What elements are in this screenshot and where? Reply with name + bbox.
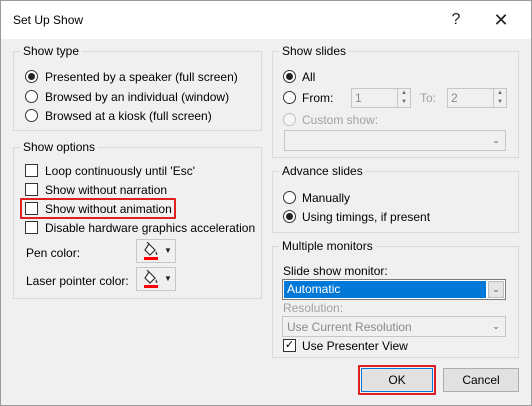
show-type-title: Show type: [20, 44, 83, 58]
dialog-title: Set Up Show: [13, 13, 84, 27]
loop-continuously-checkbox[interactable]: [25, 164, 38, 177]
manually-label[interactable]: Manually: [302, 191, 350, 205]
spinner-arrows[interactable]: ▲ ▼: [397, 89, 410, 107]
show-slides-title: Show slides: [279, 44, 350, 58]
laser-color-swatch: [144, 285, 158, 288]
show-without-narration-label[interactable]: Show without narration: [45, 183, 167, 197]
browsed-at-kiosk-radio[interactable]: [25, 109, 38, 122]
pen-color-button[interactable]: ▼: [136, 239, 176, 263]
ok-button-highlight: [358, 365, 436, 395]
disable-hardware-acceleration-label[interactable]: Disable hardware graphics acceleration: [45, 221, 255, 235]
use-presenter-view-checkbox[interactable]: ✓: [283, 339, 296, 352]
from-spinner[interactable]: 1 ▲ ▼: [351, 88, 411, 108]
set-up-show-dialog: Set Up Show ? ✕ Show type Presented by a…: [0, 0, 532, 406]
from-slides-radio[interactable]: [283, 91, 296, 104]
to-label: To:: [420, 91, 437, 105]
custom-show-dropdown[interactable]: ⌄: [284, 130, 506, 151]
cancel-button[interactable]: Cancel: [443, 368, 519, 392]
using-timings-label[interactable]: Using timings, if present: [302, 210, 430, 224]
laser-pointer-color-label: Laser pointer color:: [26, 274, 129, 288]
custom-show-radio[interactable]: [283, 113, 296, 126]
slide-show-monitor-dropdown[interactable]: Automatic ⌄: [282, 279, 506, 300]
loop-continuously-label[interactable]: Loop continuously until 'Esc': [45, 164, 195, 178]
to-spinner[interactable]: 2 ▲ ▼: [447, 88, 507, 108]
from-value: 1: [355, 91, 362, 105]
custom-show-label: Custom show:: [302, 113, 379, 127]
from-label[interactable]: From:: [302, 91, 333, 105]
chevron-down-icon: ⌄: [492, 321, 500, 331]
manually-radio[interactable]: [283, 191, 296, 204]
use-presenter-view-label[interactable]: Use Presenter View: [302, 339, 408, 353]
pen-color-label: Pen color:: [26, 246, 81, 260]
resolution-dropdown[interactable]: Use Current Resolution ⌄: [282, 316, 506, 337]
chevron-down-icon: ▼: [164, 246, 172, 255]
disable-hardware-acceleration-checkbox[interactable]: [25, 221, 38, 234]
close-button[interactable]: ✕: [489, 9, 513, 31]
advance-slides-title: Advance slides: [279, 164, 366, 178]
chevron-down-icon: ⌄: [492, 135, 500, 145]
help-button[interactable]: ?: [444, 9, 468, 31]
laser-pointer-color-button[interactable]: ▼: [136, 267, 176, 291]
presented-by-speaker-label[interactable]: Presented by a speaker (full screen): [45, 70, 238, 84]
all-slides-label[interactable]: All: [302, 70, 315, 84]
paint-bucket-icon: [144, 242, 158, 256]
using-timings-radio[interactable]: [283, 210, 296, 223]
slide-show-monitor-value: Automatic: [284, 281, 486, 298]
browsed-by-individual-radio[interactable]: [25, 90, 38, 103]
chevron-down-icon: ▼: [164, 274, 172, 283]
multiple-monitors-title: Multiple monitors: [279, 239, 376, 253]
chevron-down-icon: ⌄: [488, 281, 504, 298]
browsed-by-individual-label[interactable]: Browsed by an individual (window): [45, 90, 229, 104]
resolution-value: Use Current Resolution: [287, 320, 412, 334]
pen-color-swatch: [144, 257, 158, 260]
to-value: 2: [451, 91, 458, 105]
show-without-narration-checkbox[interactable]: [25, 183, 38, 196]
all-slides-radio[interactable]: [283, 70, 296, 83]
browsed-at-kiosk-label[interactable]: Browsed at a kiosk (full screen): [45, 109, 212, 123]
title-bar: Set Up Show ? ✕: [1, 1, 531, 39]
slide-show-monitor-label: Slide show monitor:: [283, 264, 388, 278]
spinner-arrows[interactable]: ▲ ▼: [493, 89, 506, 107]
resolution-label: Resolution:: [283, 301, 344, 315]
paint-bucket-icon: [144, 270, 158, 284]
show-options-title: Show options: [20, 140, 99, 154]
show-without-animation-highlight: [20, 198, 176, 219]
presented-by-speaker-radio[interactable]: [25, 70, 38, 83]
